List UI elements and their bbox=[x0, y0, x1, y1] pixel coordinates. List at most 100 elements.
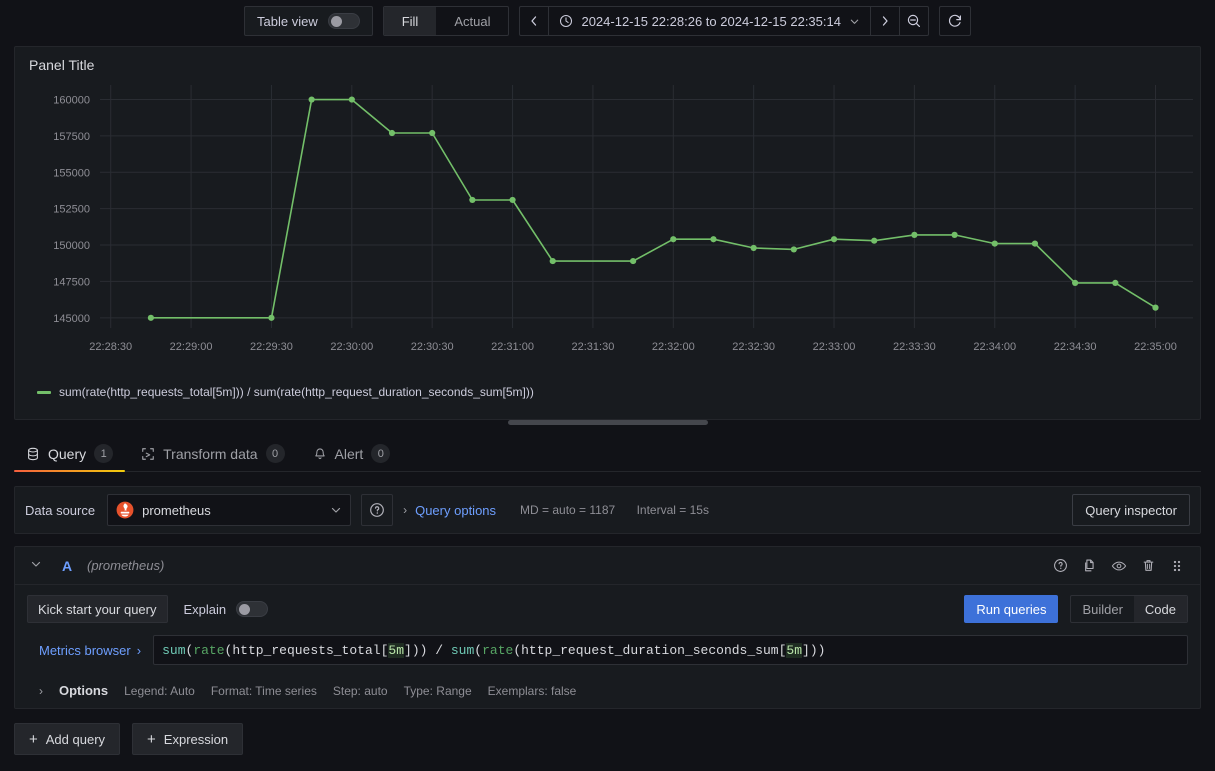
explain-toggle[interactable] bbox=[236, 601, 269, 617]
time-shift-back-button[interactable] bbox=[520, 7, 548, 35]
fill-actual-segment-group: Fill Actual bbox=[382, 6, 510, 36]
svg-text:22:30:30: 22:30:30 bbox=[411, 341, 454, 353]
chart-svg: 145000 147500 150000 152500 155000 157500 1600… bbox=[53, 85, 1193, 353]
drag-handle-icon[interactable] bbox=[1170, 559, 1184, 573]
fill-segment-button[interactable]: Fill bbox=[383, 7, 437, 35]
query-inspector-button[interactable]: Query inspector bbox=[1072, 494, 1190, 526]
add-query-button[interactable]: + Add query bbox=[14, 723, 121, 755]
transform-icon bbox=[142, 447, 154, 460]
chevron-down-icon bbox=[31, 561, 41, 567]
svg-text:22:29:00: 22:29:00 bbox=[170, 341, 213, 353]
delete-query-icon[interactable] bbox=[1141, 558, 1156, 573]
promql-code-input[interactable]: sum(rate(http_requests_total[5m])) / sum… bbox=[153, 635, 1188, 665]
table-view-control[interactable]: Table view bbox=[244, 6, 373, 36]
add-expression-button[interactable]: + Expression bbox=[132, 723, 244, 755]
data-source-label: Data source bbox=[25, 502, 96, 518]
metrics-browser-label: Metrics browser bbox=[39, 642, 131, 658]
plus-icon: + bbox=[147, 730, 156, 748]
svg-text:147500: 147500 bbox=[53, 276, 90, 288]
svg-text:22:32:30: 22:32:30 bbox=[732, 341, 775, 353]
toggle-knob bbox=[239, 604, 251, 615]
time-shift-forward-button[interactable] bbox=[871, 7, 899, 35]
editor-mode-segment-group: Builder Code bbox=[1070, 595, 1188, 623]
explain-label: Explain bbox=[183, 601, 227, 617]
builder-mode-button[interactable]: Builder bbox=[1071, 596, 1133, 622]
svg-text:155000: 155000 bbox=[53, 167, 90, 179]
tab-alert[interactable]: Alert 0 bbox=[301, 436, 403, 471]
chevron-right-icon: › bbox=[403, 503, 408, 517]
svg-text:150000: 150000 bbox=[53, 240, 90, 252]
chevron-right-icon bbox=[882, 16, 888, 26]
refresh-button[interactable] bbox=[938, 6, 971, 36]
chevron-down-icon bbox=[331, 507, 341, 513]
editor-tabs: Query 1 Transform data 0 Alert 0 bbox=[14, 436, 1201, 472]
time-series-chart[interactable]: 145000 147500 150000 152500 155000 157500 1600… bbox=[15, 73, 1200, 383]
actual-segment-button[interactable]: Actual bbox=[436, 7, 508, 35]
query-expression-row: Metrics browser › sum(rate(http_requests… bbox=[27, 635, 1188, 665]
query-run-controls: Run queries Builder Code bbox=[964, 595, 1188, 623]
time-range-button[interactable]: 2024-12-15 22:28:26 to 2024-12-15 22:35:… bbox=[548, 7, 871, 35]
query-collapse-toggle[interactable] bbox=[25, 558, 47, 573]
svg-text:22:28:30: 22:28:30 bbox=[89, 341, 132, 353]
panel-title: Panel Title bbox=[29, 57, 95, 73]
tab-transform-data-label: Transform data bbox=[163, 445, 258, 462]
kick-start-query-button[interactable]: Kick start your query bbox=[27, 595, 168, 623]
metrics-browser-button[interactable]: Metrics browser › bbox=[27, 635, 154, 665]
query-row-body: Kick start your query Explain Run querie… bbox=[15, 585, 1200, 708]
svg-text:152500: 152500 bbox=[53, 204, 90, 216]
chevron-down-icon bbox=[850, 19, 859, 24]
option-step: Step: auto bbox=[332, 683, 388, 698]
zoom-out-icon bbox=[907, 14, 920, 27]
table-view-toggle[interactable] bbox=[327, 13, 360, 29]
run-queries-button[interactable]: Run queries bbox=[964, 595, 1059, 623]
svg-text:145000: 145000 bbox=[53, 313, 90, 325]
query-options-meta: MD = auto = 1187 Interval = 15s bbox=[520, 503, 727, 517]
query-ref-id[interactable]: A bbox=[47, 558, 87, 574]
panel-horizontal-scrollbar[interactable] bbox=[15, 416, 1200, 428]
options-toggle-label[interactable]: Options bbox=[59, 683, 108, 698]
svg-text:22:32:00: 22:32:00 bbox=[652, 341, 695, 353]
duplicate-query-icon[interactable] bbox=[1082, 558, 1097, 573]
data-source-row: Data source prometheus › Query options M… bbox=[14, 486, 1201, 534]
query-datasource-hint: (prometheus) bbox=[87, 558, 165, 573]
svg-text:22:31:00: 22:31:00 bbox=[491, 341, 534, 353]
tab-transform-data-badge: 0 bbox=[265, 444, 285, 463]
zoom-out-button[interactable] bbox=[900, 7, 928, 35]
query-help-icon[interactable] bbox=[1053, 558, 1068, 573]
data-source-picker[interactable]: prometheus bbox=[107, 494, 352, 526]
tab-alert-badge: 0 bbox=[371, 444, 391, 463]
data-source-name: prometheus bbox=[142, 502, 211, 518]
chevron-left-icon bbox=[531, 16, 537, 26]
top-toolbar: Table view Fill Actual 2024-12-15 22:28:… bbox=[0, 0, 1215, 42]
clock-icon bbox=[560, 14, 573, 28]
tab-alert-label: Alert bbox=[334, 445, 364, 462]
chevron-right-icon[interactable]: › bbox=[39, 684, 43, 698]
add-expression-label: Expression bbox=[163, 731, 229, 747]
chevron-right-icon: › bbox=[136, 642, 142, 658]
question-circle-icon bbox=[370, 503, 384, 517]
chart-legend[interactable]: sum(rate(http_requests_total[5m])) / sum… bbox=[15, 383, 1200, 399]
legend-color-swatch bbox=[37, 390, 51, 394]
svg-text:22:33:30: 22:33:30 bbox=[893, 341, 936, 353]
explain-control[interactable]: Explain bbox=[184, 601, 269, 617]
query-options-toggle[interactable]: › Query options bbox=[403, 503, 496, 518]
query-footer-actions: + Add query + Expression bbox=[14, 723, 1201, 755]
query-options-interval: Interval = 15s bbox=[636, 503, 709, 517]
bell-icon bbox=[314, 447, 325, 459]
option-exemplars: Exemplars: false bbox=[487, 683, 577, 698]
tab-transform-data[interactable]: Transform data 0 bbox=[129, 436, 296, 471]
add-query-label: Add query bbox=[45, 731, 106, 747]
svg-text:160000: 160000 bbox=[53, 95, 90, 107]
toggle-query-visibility-icon[interactable] bbox=[1111, 558, 1127, 574]
data-source-help-button[interactable] bbox=[361, 494, 394, 526]
option-type: Type: Range bbox=[403, 683, 472, 698]
legend-label: sum(rate(http_requests_total[5m])) / sum… bbox=[59, 385, 534, 399]
scrollbar-thumb[interactable] bbox=[507, 419, 708, 425]
svg-text:22:29:30: 22:29:30 bbox=[250, 341, 293, 353]
svg-text:22:34:30: 22:34:30 bbox=[1054, 341, 1097, 353]
tab-query[interactable]: Query 1 bbox=[14, 436, 126, 472]
code-mode-button[interactable]: Code bbox=[1133, 596, 1187, 622]
database-icon bbox=[28, 447, 38, 460]
query-row-actions bbox=[1053, 558, 1190, 574]
query-toolbar: Kick start your query Explain Run querie… bbox=[27, 595, 1188, 623]
